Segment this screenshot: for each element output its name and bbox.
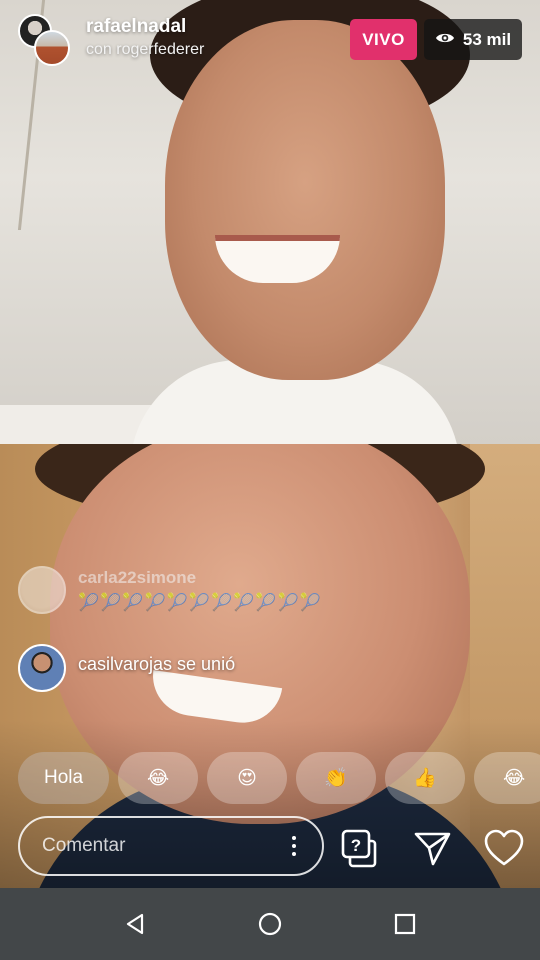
quick-reply-hola[interactable]: Hola (18, 752, 110, 804)
more-options-icon[interactable] (292, 836, 296, 856)
join-notice-text: casilvarojas se unió (78, 654, 236, 674)
broadcaster-avatars[interactable] (18, 14, 70, 66)
host-video-feed (0, 0, 540, 444)
send-icon[interactable] (410, 826, 454, 870)
system-nav-bar (0, 888, 540, 960)
heart-icon[interactable] (482, 826, 526, 870)
quick-reaction-clap[interactable]: 👏 (296, 752, 377, 804)
recents-icon[interactable] (369, 888, 441, 960)
quick-reaction-laugh-2[interactable]: 😂 (474, 752, 540, 804)
quick-reaction-thumbs-up[interactable]: 👍 (385, 752, 466, 804)
eye-icon (435, 30, 455, 50)
joiner-avatar[interactable] (18, 644, 66, 692)
comment-field[interactable] (18, 816, 324, 876)
quick-reaction-laugh[interactable]: 😂 (118, 752, 199, 804)
live-label: VIVO (362, 29, 405, 49)
host-face (165, 20, 445, 380)
viewer-count-badge[interactable]: 53 mil (424, 19, 522, 60)
guest-subtitle[interactable]: con rogerfederer (86, 41, 204, 59)
quick-reactions-bar: Hola 😂 😍 👏 👍 😂 (18, 752, 540, 804)
comment-text: 🎾🎾🎾🎾🎾🎾🎾🎾🎾🎾🎾 (78, 593, 322, 612)
host-username[interactable]: rafaelnadal (86, 16, 186, 38)
comment-item: carla22simone 🎾🎾🎾🎾🎾🎾🎾🎾🎾🎾🎾 (18, 566, 322, 614)
home-icon[interactable] (234, 888, 306, 960)
viewer-count: 53 mil (462, 29, 512, 49)
back-icon[interactable] (99, 888, 171, 960)
question-icon[interactable]: ? (338, 826, 382, 870)
svg-text:?: ? (351, 836, 361, 855)
comment-username[interactable]: carla22simone (78, 568, 322, 588)
live-badge: VIVO (350, 19, 417, 60)
guest-avatar[interactable] (34, 30, 70, 66)
quick-reaction-heart-eyes[interactable]: 😍 (207, 752, 288, 804)
comment-input[interactable] (42, 835, 272, 857)
commenter-avatar[interactable] (18, 566, 66, 614)
join-notice: casilvarojas se unió (18, 644, 235, 692)
